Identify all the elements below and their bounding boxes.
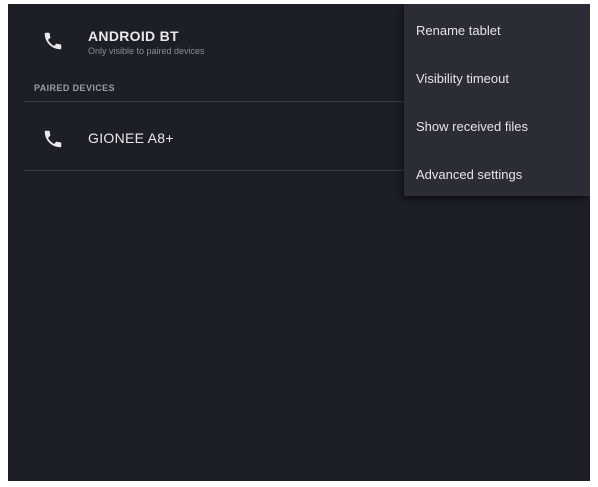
menu-item-visibility-timeout[interactable]: Visibility timeout [404, 54, 590, 102]
divider [24, 170, 404, 171]
menu-item-rename-tablet[interactable]: Rename tablet [404, 6, 590, 54]
this-device-name: ANDROID BT [88, 28, 179, 44]
phone-icon [42, 30, 64, 52]
bluetooth-settings-screen: ANDROID BT Only visible to paired device… [8, 4, 590, 481]
overflow-menu: Rename tablet Visibility timeout Show re… [404, 4, 590, 196]
paired-device-row[interactable]: GIONEE A8+ [8, 116, 408, 164]
menu-item-advanced-settings[interactable]: Advanced settings [404, 150, 590, 198]
this-device-text: ANDROID BT Only visible to paired device… [88, 28, 205, 56]
phone-icon [42, 128, 64, 150]
paired-devices-header: PAIRED DEVICES [34, 83, 115, 93]
paired-device-name: GIONEE A8+ [88, 130, 174, 146]
this-device-row[interactable]: ANDROID BT Only visible to paired device… [8, 26, 408, 70]
menu-item-show-received-files[interactable]: Show received files [404, 102, 590, 150]
this-device-visibility: Only visible to paired devices [88, 46, 205, 56]
divider [24, 101, 404, 102]
paired-device-text: GIONEE A8+ [88, 130, 174, 146]
